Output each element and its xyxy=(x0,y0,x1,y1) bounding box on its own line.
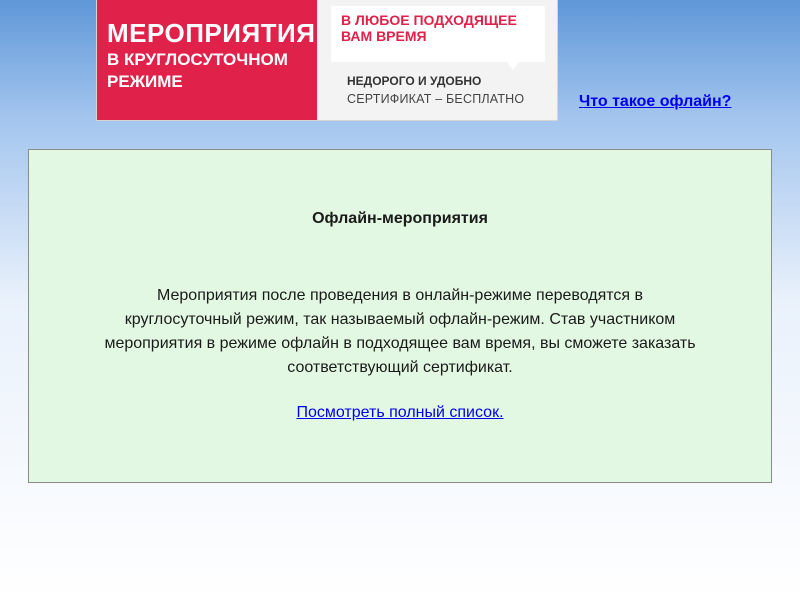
panel-description: Мероприятия после проведения в онлайн-ре… xyxy=(29,284,771,380)
banner-certificate-note: СЕРТИФИКАТ – БЕСПЛАТНО xyxy=(347,92,525,106)
description-line: Мероприятия после проведения в онлайн-ре… xyxy=(156,287,644,304)
banner-title-line: РЕЖИМЕ xyxy=(107,72,183,92)
offline-events-panel: Офлайн-мероприятия Мероприятия после про… xyxy=(28,149,772,483)
banner-title-line: В КРУГЛОСУТОЧНОМ xyxy=(107,50,288,70)
what-is-offline-link[interactable]: Что такое офлайн? xyxy=(579,93,731,111)
panel-title: Офлайн-мероприятия xyxy=(312,210,488,227)
description-line: мероприятия в режиме офлайн в подходящее… xyxy=(104,335,696,352)
banner-tagline: НЕДОРОГО И УДОБНО xyxy=(347,74,482,88)
banner-title-line: МЕРОПРИЯТИЯ xyxy=(107,18,316,48)
speech-bubble-tail xyxy=(507,62,519,70)
description-line: соответствующий сертификат. xyxy=(287,359,513,376)
banner-red-panel: МЕРОПРИЯТИЯ В КРУГЛОСУТОЧНОМ РЕЖИМЕ xyxy=(97,0,327,120)
description-line: круглосуточный режим, так называемый офл… xyxy=(124,311,676,328)
view-full-list-link[interactable]: Посмотреть полный список. xyxy=(296,404,503,421)
speech-bubble: В ЛЮБОЕ ПОДХОДЯЩЕЕ ВАМ ВРЕМЯ xyxy=(331,6,545,62)
bubble-line: ВАМ ВРЕМЯ xyxy=(341,28,427,45)
full-list-link-row: Посмотреть полный список. xyxy=(29,404,771,422)
promo-banner[interactable]: МЕРОПРИЯТИЯ В КРУГЛОСУТОЧНОМ РЕЖИМЕ В ЛЮ… xyxy=(97,0,557,120)
bubble-line: В ЛЮБОЕ ПОДХОДЯЩЕЕ xyxy=(341,12,517,28)
banner-right-panel: В ЛЮБОЕ ПОДХОДЯЩЕЕ ВАМ ВРЕМЯ НЕДОРОГО И … xyxy=(317,0,557,120)
